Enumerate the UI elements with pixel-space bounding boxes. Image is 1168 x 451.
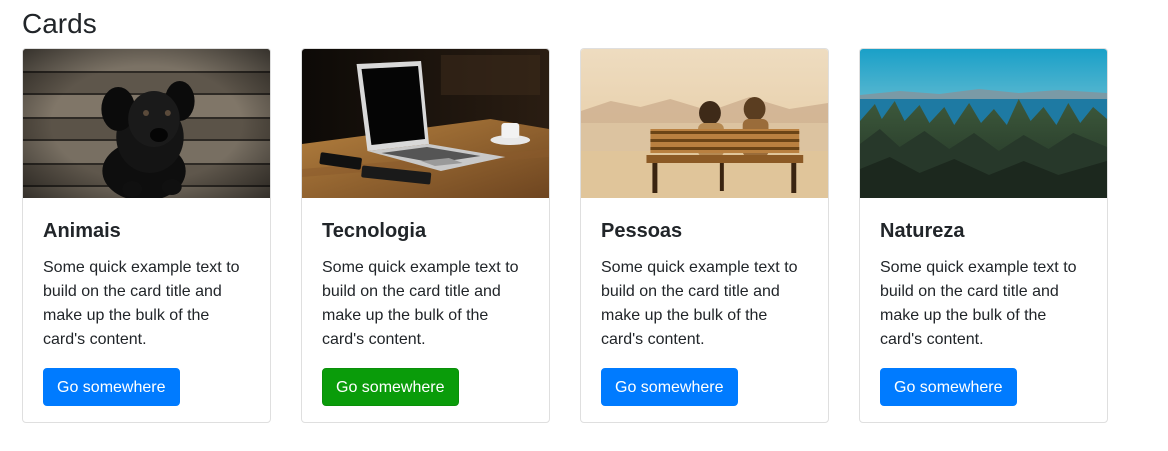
card-body: Natureza Some quick example text to buil… bbox=[860, 198, 1107, 406]
card-title: Natureza bbox=[880, 220, 965, 242]
card-list: Animais Some quick example text to build… bbox=[22, 48, 1108, 423]
card-animais: Animais Some quick example text to build… bbox=[22, 48, 271, 423]
card-body: Animais Some quick example text to build… bbox=[23, 198, 270, 406]
card-title: Tecnologia bbox=[322, 220, 427, 242]
card-title: Animais bbox=[43, 220, 121, 242]
laptop-image bbox=[302, 49, 549, 198]
card-text: Some quick example text to build on the … bbox=[43, 259, 240, 348]
page-title: Cards bbox=[22, 8, 97, 39]
card-text: Some quick example text to build on the … bbox=[880, 259, 1077, 348]
card-body: Pessoas Some quick example text to build… bbox=[581, 198, 828, 406]
card-pessoas: Pessoas Some quick example text to build… bbox=[580, 48, 829, 423]
card-title: Pessoas bbox=[601, 220, 683, 242]
go-somewhere-button[interactable]: Go somewhere bbox=[43, 368, 180, 406]
go-somewhere-button[interactable]: Go somewhere bbox=[322, 368, 459, 406]
couple-on-bench-image bbox=[581, 49, 828, 198]
go-somewhere-button[interactable]: Go somewhere bbox=[880, 368, 1017, 406]
card-text: Some quick example text to build on the … bbox=[601, 259, 798, 348]
go-somewhere-button[interactable]: Go somewhere bbox=[601, 368, 738, 406]
forest-lake-image bbox=[860, 49, 1107, 198]
puppy-image bbox=[23, 49, 270, 198]
page: Cards Animais Some quick example text to… bbox=[0, 0, 1168, 451]
card-body: Tecnologia Some quick example text to bu… bbox=[302, 198, 549, 406]
card-text: Some quick example text to build on the … bbox=[322, 259, 519, 348]
card-tecnologia: Tecnologia Some quick example text to bu… bbox=[301, 48, 550, 423]
card-natureza: Natureza Some quick example text to buil… bbox=[859, 48, 1108, 423]
